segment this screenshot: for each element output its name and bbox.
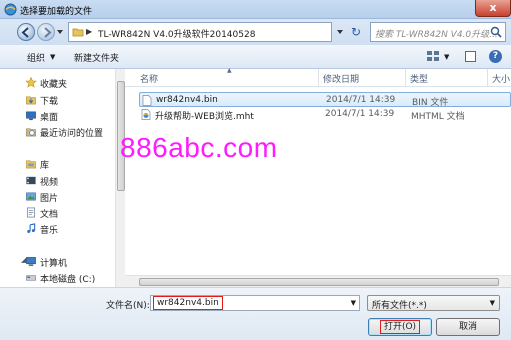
sidebar-item-label: 收藏夹 bbox=[40, 80, 68, 90]
sidebar-item-label: 音乐 bbox=[40, 226, 59, 236]
view-options-chevron-icon[interactable]: ▼ bbox=[444, 53, 449, 61]
open-button[interactable]: 打开(O) bbox=[368, 318, 432, 336]
recent-pages-chevron-icon[interactable] bbox=[56, 28, 64, 36]
sidebar-item-label: 库 bbox=[40, 161, 50, 171]
file-type-filter-value: 所有文件(*.*) bbox=[372, 301, 427, 311]
dialog-footer: 文件名(N): wr842nv4.bin ▼ 所有文件(*.*) ▼ 打开(O)… bbox=[0, 287, 511, 340]
address-bar[interactable]: ▶ TL-WR842N V4.0升级软件20140528 bbox=[68, 22, 332, 42]
cancel-button[interactable]: 取消 bbox=[436, 318, 500, 336]
window-title: 选择要加载的文件 bbox=[20, 7, 93, 17]
pictures-icon bbox=[26, 192, 36, 201]
file-icon bbox=[142, 95, 152, 106]
address-dropdown-icon[interactable] bbox=[334, 22, 346, 42]
video-icon bbox=[26, 176, 36, 185]
sidebar-item-label: 文档 bbox=[40, 210, 59, 220]
breadcrumb[interactable]: TL-WR842N V4.0升级软件20140528 bbox=[98, 27, 255, 40]
file-row-wr842nv4-bin[interactable]: wr842nv4.bin 2014/7/1 14:39 BIN 文件 bbox=[139, 92, 511, 108]
column-header-date[interactable]: 修改日期 bbox=[323, 72, 359, 85]
change-view-icon[interactable] bbox=[427, 51, 439, 62]
organize-chevron-icon[interactable]: ▼ bbox=[50, 53, 55, 61]
filename-dropdown-icon[interactable]: ▼ bbox=[351, 299, 356, 307]
music-note-icon bbox=[27, 223, 36, 233]
search-icon bbox=[490, 26, 502, 38]
close-button[interactable]: x bbox=[475, 0, 511, 17]
file-type: MHTML 文档 bbox=[411, 112, 465, 122]
breadcrumb-separator-icon[interactable]: ▶ bbox=[86, 27, 92, 36]
filename-label: 文件名(N): bbox=[106, 301, 150, 311]
column-divider[interactable] bbox=[318, 69, 319, 87]
back-button[interactable] bbox=[17, 23, 35, 41]
preview-pane-icon[interactable] bbox=[465, 51, 476, 62]
recent-places-icon bbox=[26, 128, 36, 137]
organize-button[interactable]: 组织 bbox=[27, 51, 45, 64]
sidebar-item-label: 下载 bbox=[40, 97, 59, 107]
browser-icon bbox=[4, 3, 17, 16]
filename-input[interactable]: wr842nv4.bin ▼ bbox=[150, 295, 360, 311]
watermark-text: 886abc.com bbox=[120, 132, 278, 163]
hard-drive-icon bbox=[26, 275, 36, 281]
search-placeholder: 搜索 TL-WR842N V4.0升级... bbox=[375, 30, 498, 40]
column-divider[interactable] bbox=[405, 69, 406, 87]
sidebar-item-label: 桌面 bbox=[40, 113, 59, 123]
file-type-filter-select[interactable]: 所有文件(*.*) ▼ bbox=[367, 295, 500, 311]
open-button-label: 打开(O) bbox=[379, 320, 421, 334]
new-folder-button[interactable]: 新建文件夹 bbox=[74, 51, 119, 64]
file-name: wr842nv4.bin bbox=[156, 95, 218, 105]
title-bar: 选择要加载的文件 x bbox=[0, 0, 511, 19]
sidebar-item-label: 计算机 bbox=[40, 259, 68, 269]
column-header-name[interactable]: 名称 bbox=[140, 72, 158, 85]
back-arrow-icon bbox=[21, 27, 29, 38]
sidebar-item-label: 视频 bbox=[40, 178, 59, 188]
download-folder-icon bbox=[26, 96, 36, 105]
help-icon[interactable]: ? bbox=[489, 50, 502, 63]
file-list: ▲ 名称 修改日期 类型 大小 wr842nv4.bin 2014/7/1 14… bbox=[125, 67, 511, 287]
sidebar-item-label: 最近访问的位置 bbox=[40, 129, 104, 139]
sidebar-item-label: 图片 bbox=[40, 194, 59, 204]
sort-ascending-icon: ▲ bbox=[227, 67, 232, 74]
file-name: 升级帮助-WEB浏览.mht bbox=[155, 112, 254, 122]
sidebar-item-label: 本地磁盘 (C:) bbox=[40, 275, 96, 285]
mhtml-file-icon bbox=[141, 109, 151, 120]
forward-arrow-icon bbox=[44, 27, 52, 38]
computer-icon bbox=[26, 257, 36, 267]
refresh-button[interactable]: ↻ bbox=[346, 22, 366, 42]
folder-icon bbox=[72, 28, 84, 37]
column-header-size[interactable]: 大小 bbox=[492, 72, 510, 85]
column-header-type[interactable]: 类型 bbox=[410, 72, 428, 85]
forward-button[interactable] bbox=[37, 23, 55, 41]
desktop-icon bbox=[26, 111, 36, 121]
horizontal-scrollbar[interactable] bbox=[125, 275, 511, 287]
sidebar-scrollbar[interactable] bbox=[115, 69, 125, 287]
horizontal-scrollbar-thumb[interactable] bbox=[139, 278, 499, 286]
column-divider[interactable] bbox=[487, 69, 488, 87]
file-date: 2014/7/1 14:39 bbox=[326, 95, 396, 105]
filename-value[interactable]: wr842nv4.bin bbox=[153, 296, 223, 310]
navigation-bar: ▶ TL-WR842N V4.0升级软件20140528 ↻ 搜索 TL-WR8… bbox=[0, 19, 511, 45]
file-row-help-mht[interactable]: 升级帮助-WEB浏览.mht 2014/7/1 14:39 MHTML 文档 bbox=[139, 107, 511, 122]
documents-icon bbox=[26, 207, 36, 218]
library-icon bbox=[26, 160, 36, 169]
column-header-row: ▲ 名称 修改日期 类型 大小 bbox=[125, 67, 511, 87]
star-icon bbox=[25, 77, 37, 88]
navigation-pane: 收藏夹 下载 桌面 最近访问的位置 库 视频 图片 文档 音乐 ◢ 计算机 本地… bbox=[0, 69, 115, 287]
filter-dropdown-icon: ▼ bbox=[489, 299, 495, 307]
command-bar: 组织 ▼ 新建文件夹 ▼ ? bbox=[0, 45, 511, 69]
file-date: 2014/7/1 14:39 bbox=[325, 109, 395, 119]
search-input[interactable]: 搜索 TL-WR842N V4.0升级... bbox=[370, 22, 506, 42]
